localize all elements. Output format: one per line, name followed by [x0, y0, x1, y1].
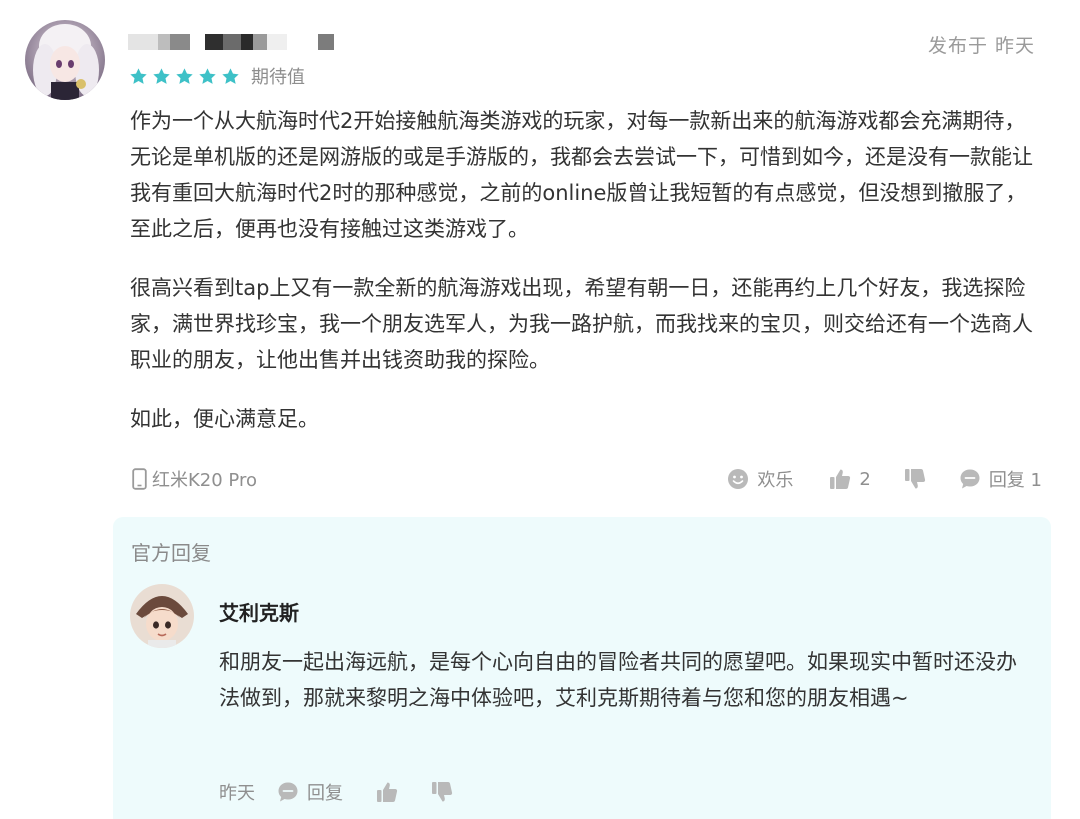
official-reply-title: 官方回复	[131, 541, 211, 565]
official-name: 艾利克斯	[219, 601, 299, 625]
rating: 期待值	[129, 63, 305, 89]
review-paragraph: 作为一个从大航海时代2开始接触航海类游戏的玩家，对每一款新出来的航海游戏都会充满…	[130, 109, 1033, 241]
smile-icon	[728, 469, 749, 489]
official-like-button[interactable]	[376, 781, 398, 803]
comment-icon	[960, 469, 980, 489]
happy-label: 欢乐	[757, 470, 794, 491]
review-body: 作为一个从大航海时代2开始接触航海类游戏的玩家，对每一款新出来的航海游戏都会充满…	[130, 103, 1035, 460]
review-paragraph: 如此，便心满意足。	[130, 407, 319, 431]
star-icon	[130, 67, 147, 84]
review-actions: 欢乐 2 回复 1	[727, 466, 1042, 492]
reply-button[interactable]: 回复 1	[959, 466, 1042, 492]
dislike-button[interactable]	[904, 468, 926, 490]
official-reply-button[interactable]: 回复	[277, 779, 343, 805]
star-icon	[176, 67, 193, 84]
like-count: 2	[859, 468, 871, 490]
happy-button[interactable]: 欢乐	[727, 466, 793, 492]
thumbs-down-icon	[432, 782, 453, 802]
review-footer: 红米K20 Pro 欢乐 2 回复 1	[130, 463, 1042, 493]
official-reply-text: 和朋友一起出海远航，是每个心向自由的冒险者共同的愿望吧。如果现实中暂时还没办法做…	[219, 650, 1017, 710]
review-card: 发布于 昨天 期待值 作为一个从大航海时代2开始接触航海类游戏的玩家，对每一款新…	[0, 0, 1080, 819]
like-button[interactable]: 2	[829, 468, 871, 490]
reply-label: 回复 1	[988, 470, 1042, 491]
device-info: 红米K20 Pro	[132, 466, 257, 492]
star-icon	[199, 67, 216, 84]
star-icon	[153, 67, 170, 84]
review-paragraph: 很高兴看到tap上又有一款全新的航海游戏出现，希望有朝一日，还能再约上几个好友，…	[130, 276, 1033, 372]
phone-icon	[132, 468, 147, 490]
user-avatar[interactable]	[25, 20, 105, 100]
thumbs-down-icon	[904, 469, 925, 489]
star-icon	[222, 67, 239, 84]
thumbs-up-icon	[377, 782, 398, 802]
post-time: 发布于 昨天	[927, 35, 1035, 57]
official-dislike-button[interactable]	[431, 781, 453, 803]
rating-label: 期待值	[251, 67, 305, 88]
official-reply-label: 回复	[307, 783, 343, 804]
official-reply-time: 昨天	[219, 783, 255, 804]
username-pixelated[interactable]	[128, 32, 338, 52]
thumbs-up-icon	[830, 469, 851, 489]
comment-icon	[278, 782, 298, 802]
device-name: 红米K20 Pro	[152, 470, 257, 491]
official-reply: 官方回复 艾利克斯 和朋友一起出海远航，是每个心向自由的冒险者共同的愿望吧。如果…	[113, 517, 1051, 819]
official-avatar[interactable]	[130, 584, 194, 648]
official-reply-footer: 昨天 回复	[219, 779, 453, 805]
